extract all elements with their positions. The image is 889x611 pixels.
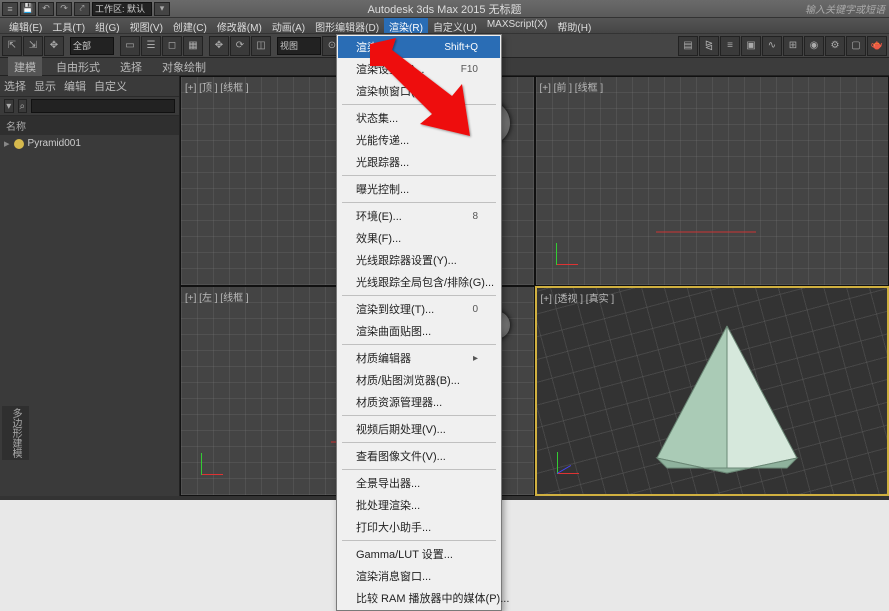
align-icon[interactable]: ≡ xyxy=(720,36,740,56)
render-teapot-icon[interactable]: 🫖 xyxy=(867,36,887,56)
search-help[interactable]: 输入关键字或短语 xyxy=(805,1,885,16)
menu-item-查看图像文件V[interactable]: 查看图像文件(V)... xyxy=(338,445,500,467)
workspace-field[interactable] xyxy=(92,2,152,16)
menu-item-渲染设置R[interactable]: 渲染设置(R)...F10 xyxy=(338,58,500,80)
render-frame-icon[interactable]: ▢ xyxy=(846,36,866,56)
link-icon[interactable]: ⤤ xyxy=(74,2,90,16)
viewport-front-label[interactable]: [+] [前 ] [线框 ] xyxy=(540,79,604,94)
select-tool-icon[interactable]: ▭ xyxy=(120,36,140,56)
se-tab-select[interactable]: 选择 xyxy=(4,78,26,94)
menu-item-视频后期处理V[interactable]: 视频后期处理(V)... xyxy=(338,418,500,440)
menu-help[interactable]: 帮助(H) xyxy=(552,18,596,33)
menu-tools[interactable]: 工具(T) xyxy=(47,18,90,33)
menu-item-全景导出器[interactable]: 全景导出器... xyxy=(338,472,500,494)
menu-create[interactable]: 创建(C) xyxy=(168,18,212,33)
menu-group[interactable]: 组(G) xyxy=(90,18,124,33)
menu-item-渲染消息窗口[interactable]: 渲染消息窗口... xyxy=(338,565,500,587)
menu-item-光跟踪器[interactable]: 光跟踪器... xyxy=(338,151,500,173)
mirror-icon[interactable]: ⧎ xyxy=(699,36,719,56)
pyramid-wire-front xyxy=(656,137,756,237)
rotate-tool-icon[interactable]: ⟳ xyxy=(230,36,250,56)
viewport-left-label[interactable]: [+] [左 ] [线框 ] xyxy=(185,289,249,304)
menu-graph[interactable]: 图形编辑器(D) xyxy=(310,18,384,33)
redo-icon[interactable]: ↷ xyxy=(56,2,72,16)
menu-item-环境E[interactable]: 环境(E)...8 xyxy=(338,205,500,227)
menu-render[interactable]: 渲染(R) xyxy=(384,18,428,33)
viewport-front[interactable]: [+] [前 ] [线框 ] xyxy=(535,76,889,286)
axis-gizmo-persp xyxy=(557,444,587,474)
ribbon-tab-selection[interactable]: 选择 xyxy=(114,57,148,77)
pyramid-shaded xyxy=(637,318,817,478)
scene-object-row[interactable]: ▸ Pyramid001 xyxy=(0,135,179,152)
se-filter-icon[interactable]: ▾ xyxy=(4,99,14,113)
menu-item-曝光控制[interactable]: 曝光控制... xyxy=(338,178,500,200)
se-tab-display[interactable]: 显示 xyxy=(34,78,56,94)
filter-combo[interactable]: 全部 xyxy=(70,37,114,55)
se-tab-edit[interactable]: 编辑 xyxy=(64,78,86,94)
menu-animation[interactable]: 动画(A) xyxy=(267,18,310,33)
menu-bar: 编辑(E) 工具(T) 组(G) 视图(V) 创建(C) 修改器(M) 动画(A… xyxy=(0,18,889,34)
ws-dropdown-icon[interactable]: ▾ xyxy=(154,2,170,16)
menu-modifiers[interactable]: 修改器(M) xyxy=(212,18,267,33)
layers-icon[interactable]: ▣ xyxy=(741,36,761,56)
menu-item-光能传递[interactable]: 光能传递... xyxy=(338,129,500,151)
select-name-icon[interactable]: ☰ xyxy=(141,36,161,56)
geometry-icon xyxy=(14,139,24,149)
menu-item-状态集[interactable]: 状态集... xyxy=(338,107,500,129)
scale-tool-icon[interactable]: ◫ xyxy=(251,36,271,56)
scene-explorer: 选择 显示 编辑 自定义 ▾ ⌕ 名称 ▸ Pyramid001 多边形建模 xyxy=(0,76,180,496)
object-name: Pyramid001 xyxy=(28,138,81,149)
menu-custom[interactable]: 自定义(U) xyxy=(428,18,482,33)
se-search-input[interactable] xyxy=(31,99,175,113)
menu-item-材质编辑器[interactable]: 材质编辑器▸ xyxy=(338,347,500,369)
viewport-perspective[interactable]: [+] [透视 ] [真实 ] xyxy=(535,286,889,496)
menu-item-光线跟踪器设置Y[interactable]: 光线跟踪器设置(Y)... xyxy=(338,249,500,271)
menu-item-效果F[interactable]: 效果(F)... xyxy=(338,227,500,249)
menu-item-材质贴图浏览器B[interactable]: 材质/贴图浏览器(B)... xyxy=(338,369,500,391)
named-sel-icon[interactable]: ▤ xyxy=(678,36,698,56)
axis-gizmo-front xyxy=(556,235,586,265)
curve-editor-icon[interactable]: ∿ xyxy=(762,36,782,56)
se-tab-custom[interactable]: 自定义 xyxy=(94,78,127,94)
viewport-top-label[interactable]: [+] [顶 ] [线框 ] xyxy=(185,79,249,94)
se-col-name[interactable]: 名称 xyxy=(0,116,179,135)
menu-item-打印大小助手[interactable]: 打印大小助手... xyxy=(338,516,500,538)
viewport-persp-label[interactable]: [+] [透视 ] [真实 ] xyxy=(541,290,615,305)
undo-icon[interactable]: ↶ xyxy=(38,2,54,16)
menu-item-光线跟踪全局包含排除G[interactable]: 光线跟踪全局包含/排除(G)... xyxy=(338,271,500,293)
menu-item-GammaLUT设置[interactable]: Gamma/LUT 设置... xyxy=(338,543,500,565)
se-search-icon[interactable]: ⌕ xyxy=(18,99,28,113)
menu-view[interactable]: 视图(V) xyxy=(125,18,168,33)
bind-tool-icon[interactable]: ✥ xyxy=(44,36,64,56)
menu-item-渲染帧窗口W[interactable]: 渲染帧窗口(W)... xyxy=(338,80,500,102)
window-cross-icon[interactable]: ▦ xyxy=(183,36,203,56)
render-setup-icon[interactable]: ⚙ xyxy=(825,36,845,56)
menu-item-批处理渲染[interactable]: 批处理渲染... xyxy=(338,494,500,516)
rect-select-icon[interactable]: ◻ xyxy=(162,36,182,56)
menu-item-材质资源管理器[interactable]: 材质资源管理器... xyxy=(338,391,500,413)
app-menu-button[interactable]: ≡ xyxy=(2,2,18,16)
menu-item-比较RAM播放器中的媒体[interactable]: 比较 RAM 播放器中的媒体(P)... xyxy=(338,587,500,609)
render-menu-dropdown: 渲染Shift+Q渲染设置(R)...F10渲染帧窗口(W)...状态集...光… xyxy=(336,34,502,611)
move-tool-icon[interactable]: ✥ xyxy=(209,36,229,56)
menu-item-渲染到纹理T[interactable]: 渲染到纹理(T)...0 xyxy=(338,298,500,320)
menu-item-渲染曲面贴图[interactable]: 渲染曲面贴图... xyxy=(338,320,500,342)
window-title: Autodesk 3ds Max 2015 无标题 xyxy=(367,1,521,17)
menu-maxscript[interactable]: MAXScript(X) xyxy=(482,18,553,33)
ribbon-tab-paint[interactable]: 对象绘制 xyxy=(156,57,212,77)
mateditor-icon[interactable]: ◉ xyxy=(804,36,824,56)
refcoord-combo[interactable]: 视图 xyxy=(277,37,321,55)
link-tool-icon[interactable]: ⇱ xyxy=(2,36,22,56)
ribbon-tab-freeform[interactable]: 自由形式 xyxy=(50,57,106,77)
ribbon-tab-modeling[interactable]: 建模 xyxy=(8,57,42,77)
title-bar: ≡ 💾 ↶ ↷ ⤤ ▾ Autodesk 3ds Max 2015 无标题 输入… xyxy=(0,0,889,18)
viewport-container: [+] [顶 ] [线框 ] [+] [前 ] [线框 ] [+] [左 ] [… xyxy=(180,76,889,496)
polygon-modeling-tab[interactable]: 多边形建模 xyxy=(2,406,29,460)
schematic-icon[interactable]: ⊞ xyxy=(783,36,803,56)
unlink-tool-icon[interactable]: ⇲ xyxy=(23,36,43,56)
menu-edit[interactable]: 编辑(E) xyxy=(4,18,47,33)
save-icon[interactable]: 💾 xyxy=(20,2,36,16)
menu-item-渲染[interactable]: 渲染Shift+Q xyxy=(338,36,500,58)
axis-gizmo-left xyxy=(201,445,231,475)
